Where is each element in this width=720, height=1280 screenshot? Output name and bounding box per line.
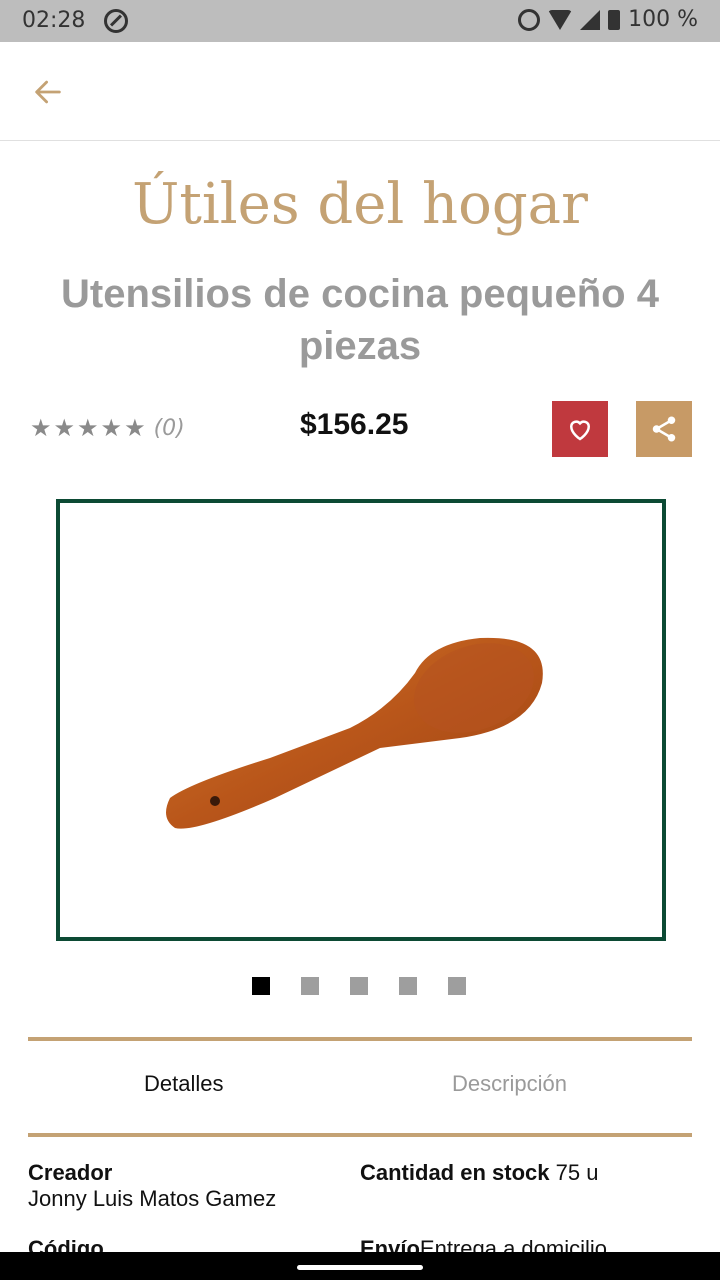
star-icon: ★ bbox=[100, 414, 123, 442]
carousel-dot[interactable] bbox=[448, 977, 466, 995]
alarm-icon bbox=[518, 8, 541, 31]
carousel-dot[interactable] bbox=[301, 977, 319, 995]
wooden-spoon-image bbox=[166, 637, 543, 829]
wifi-icon bbox=[548, 9, 573, 30]
navigation-bar bbox=[0, 1252, 720, 1280]
product-tabs: Detalles Descripción bbox=[28, 1037, 692, 1137]
star-icon: ★ bbox=[77, 414, 99, 442]
tab-description[interactable]: Descripción bbox=[452, 1071, 567, 1097]
home-gesture-handle[interactable] bbox=[297, 1265, 423, 1270]
star-icon: ★ bbox=[53, 414, 76, 442]
cellular-icon bbox=[580, 9, 601, 30]
rating-count: (0) bbox=[153, 415, 185, 441]
carousel-indicators bbox=[252, 977, 466, 995]
heart-icon bbox=[569, 420, 591, 441]
status-bar: 02:28 100 % bbox=[0, 0, 720, 42]
creator-label: Creador bbox=[28, 1160, 113, 1185]
carousel-dot[interactable] bbox=[252, 977, 270, 995]
category-title: Útiles del hogar bbox=[132, 172, 588, 237]
tab-details[interactable]: Detalles bbox=[144, 1071, 223, 1097]
creator-value: Jonny Luis Matos Gamez bbox=[28, 1186, 277, 1211]
battery-icon bbox=[608, 9, 621, 30]
status-time: 02:28 bbox=[22, 8, 86, 33]
stock-label: Cantidad en stock bbox=[360, 1160, 550, 1185]
star-icon: ★ bbox=[124, 414, 146, 442]
favorite-button[interactable] bbox=[552, 401, 608, 457]
battery-percent: 100 % bbox=[628, 7, 698, 32]
share-button[interactable] bbox=[636, 401, 692, 457]
product-title: Utensilios de cocina pequeño 4 piezas bbox=[61, 272, 659, 368]
carousel-dot[interactable] bbox=[350, 977, 368, 995]
stock-field: Cantidad en stock 75 u bbox=[360, 1160, 598, 1186]
star-icon: ★ bbox=[30, 414, 52, 442]
rating: ★ ★ ★ ★ ★ (0) bbox=[30, 414, 185, 442]
carousel-dot[interactable] bbox=[399, 977, 417, 995]
product-price: $156.25 bbox=[300, 408, 409, 441]
back-button[interactable] bbox=[24, 70, 72, 114]
arrow-left-icon bbox=[35, 80, 61, 104]
do-not-disturb-icon bbox=[104, 9, 128, 33]
share-icon bbox=[652, 416, 676, 442]
product-image-carousel[interactable] bbox=[56, 499, 666, 941]
stock-value: 75 u bbox=[555, 1160, 599, 1185]
status-icons: 100 % bbox=[518, 7, 698, 32]
app-bar bbox=[0, 42, 720, 141]
creator-field: Creador Jonny Luis Matos Gamez bbox=[28, 1160, 276, 1212]
